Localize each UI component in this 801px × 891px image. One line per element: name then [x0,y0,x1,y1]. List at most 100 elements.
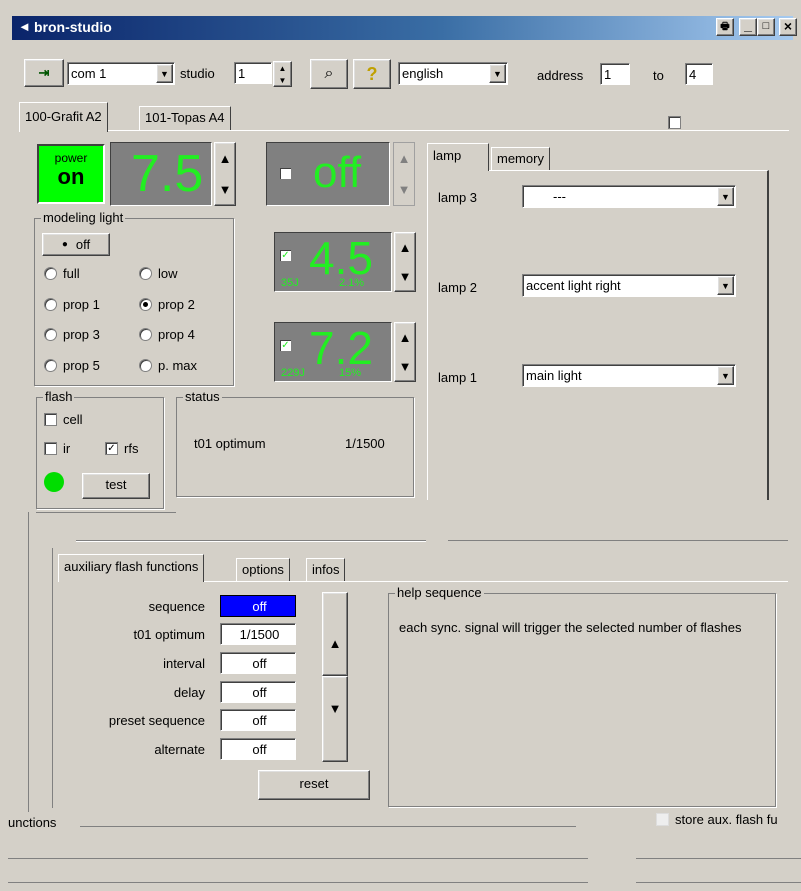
lamp-1-label: lamp 1 [438,370,478,385]
aux-label-sequence: sequence [148,599,205,614]
power-indicator[interactable]: power on [37,144,105,204]
corner-checkbox[interactable] [668,116,681,129]
studio-input[interactable]: 1 [234,62,272,84]
help-sequence-title: help sequence [395,585,484,600]
address-from-input[interactable]: 1 [600,63,630,85]
down-arrow-icon: ▼ [328,701,342,716]
power-stepper[interactable]: ▲ ▼ [214,142,236,206]
app-icon: ◄ [18,19,31,34]
radio-low[interactable]: low [139,266,178,281]
up-arrow-icon[interactable]: ▲ [394,143,414,174]
help-button[interactable]: ? [353,59,391,89]
channel-2-joule: 35J [281,277,299,289]
power-state: on [57,164,85,189]
modeling-off-button[interactable]: ● off [42,233,110,256]
status-title: status [183,389,222,404]
search-button[interactable]: ⌕ [310,59,348,89]
chevron-down-icon[interactable]: ▼ [717,276,734,295]
tab-device-1[interactable]: 100-Grafit A2 [19,102,108,132]
tab-options[interactable]: options [236,558,290,582]
lamp-2-select[interactable]: accent light right ▼ [522,274,736,297]
status-text: t01 optimum [194,436,266,451]
test-button[interactable]: test [82,473,150,499]
close-button[interactable]: × [779,18,797,36]
chevron-down-icon[interactable]: ▼ [717,187,734,206]
led-dot-icon: ● [61,239,68,250]
channel-1-joule: 229J [281,367,305,379]
channel-1-checkbox[interactable]: ✓ [279,339,292,352]
language-select[interactable]: english ▼ [398,62,508,85]
ir-checkbox[interactable]: ir [44,441,70,456]
printer-icon[interactable]: 🖶 [716,18,734,36]
channel-3-stepper[interactable]: ▲ ▼ [393,142,415,206]
aux-sequence-field[interactable]: off [220,595,296,617]
lamp-2-label: lamp 2 [438,280,478,295]
power-label: power [54,151,88,165]
flash-title: flash [43,389,75,404]
power-value: 7.5 [131,145,204,203]
aux-t01-optimum-field[interactable]: 1/1500 [220,623,296,645]
channel-2-checkbox[interactable]: ✓ [279,249,292,262]
tab-memory[interactable]: memory [491,147,550,171]
chevron-down-icon[interactable]: ▼ [489,64,506,83]
to-label: to [653,68,664,83]
channel-2-stepper[interactable]: ▲ ▼ [394,232,416,292]
aux-label-t01-optimum: t01 optimum [133,627,205,642]
up-arrow-icon[interactable]: ▲ [395,323,415,352]
aux-delay-field[interactable]: off [220,681,296,703]
lamp-1-select[interactable]: main light ▼ [522,364,736,387]
channel-2-percent: 2.1% [339,277,365,289]
radio-prop-4[interactable]: prop 4 [139,327,195,342]
power-display: 7.5 [110,142,212,206]
down-arrow-icon[interactable]: ▼ [274,74,291,86]
aux-scroll-up-button[interactable]: ▲ [322,592,348,676]
aux-preset-sequence-field[interactable]: off [220,709,296,731]
channel-3-checkbox[interactable] [279,167,292,180]
aux-scroll-down-button[interactable]: ▼ [322,676,348,762]
reset-button[interactable]: reset [258,770,370,800]
channel-1-value: 7.2 [309,322,373,374]
lamp-panel [427,170,769,500]
studio-stepper[interactable]: ▲ ▼ [273,61,292,87]
cell-checkbox[interactable]: cell [44,412,83,427]
down-arrow-icon[interactable]: ▼ [395,262,415,291]
tab-device-2[interactable]: 101-Topas A4 [139,106,231,130]
down-arrow-icon[interactable]: ▼ [215,174,235,205]
tab-infos[interactable]: infos [306,558,346,582]
tab-auxiliary-flash-functions[interactable]: auxiliary flash functions [58,554,205,582]
channel-2-value: 4.5 [309,232,373,284]
minimize-button[interactable]: _ [739,18,757,36]
radio-full[interactable]: full [44,266,80,281]
help-icon: ? [366,63,378,84]
lamp-3-select[interactable]: --- ▼ [522,185,736,208]
up-arrow-icon[interactable]: ▲ [395,233,415,262]
up-arrow-icon: ▲ [328,636,342,651]
lamp-3-label: lamp 3 [438,190,478,205]
studio-label: studio [180,66,215,81]
radio-p-max[interactable]: p. max [139,358,197,373]
up-arrow-icon[interactable]: ▲ [274,62,291,74]
port-select[interactable]: com 1 ▼ [67,62,175,85]
radio-prop-3[interactable]: prop 3 [44,327,100,342]
exit-button[interactable]: ⇥ [24,59,64,87]
help-sequence-text: each sync. signal will trigger the selec… [399,620,742,635]
radio-prop-2[interactable]: prop 2 [139,297,195,312]
aux-interval-field[interactable]: off [220,652,296,674]
radio-prop-5[interactable]: prop 5 [44,358,100,373]
down-arrow-icon[interactable]: ▼ [394,174,414,205]
radio-prop-1[interactable]: prop 1 [44,297,100,312]
store-aux-flash-checkbox[interactable]: store aux. flash fu [656,812,778,827]
channel-1-stepper[interactable]: ▲ ▼ [394,322,416,382]
up-arrow-icon[interactable]: ▲ [215,143,235,174]
channel-3-display: off [266,142,390,206]
chevron-down-icon[interactable]: ▼ [717,366,734,385]
maximize-button[interactable]: □ [757,18,775,36]
chevron-down-icon[interactable]: ▼ [156,64,173,83]
tab-lamp[interactable]: lamp [427,143,489,171]
address-to-input[interactable]: 4 [685,63,713,85]
rfs-checkbox[interactable]: ✓ rfs [105,441,138,456]
down-arrow-icon[interactable]: ▼ [395,352,415,381]
aux-alternate-field[interactable]: off [220,738,296,760]
window-title: bron-studio [34,19,112,35]
search-icon: ⌕ [324,65,334,82]
